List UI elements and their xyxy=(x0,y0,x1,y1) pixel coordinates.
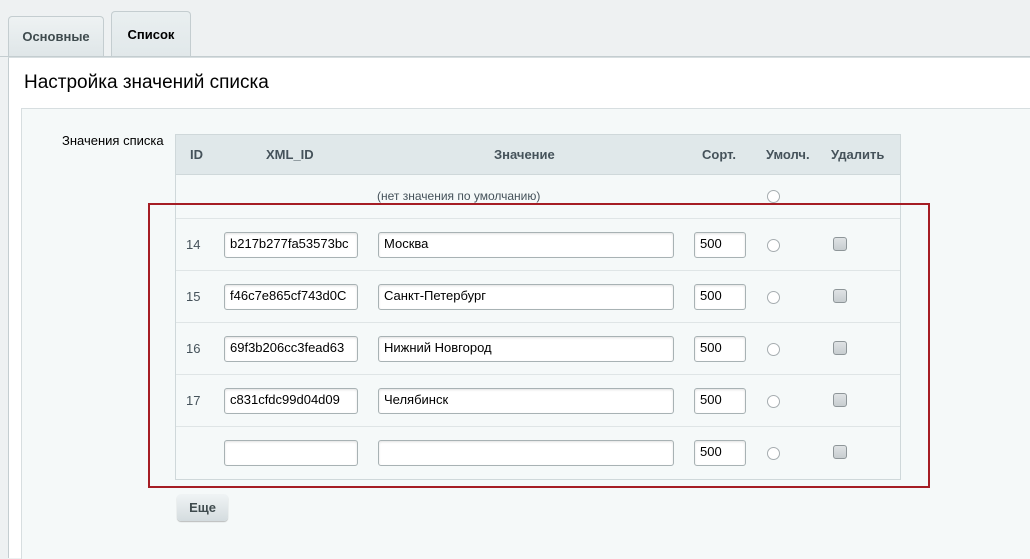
sort-input[interactable]: 500 xyxy=(694,284,746,310)
delete-checkbox[interactable] xyxy=(833,445,847,459)
no-default-label: (нет значения по умолчанию) xyxy=(377,189,541,203)
table-row: 17 c831cfdc99d04d09 Челябинск 500 xyxy=(176,374,900,427)
row-id: 16 xyxy=(186,341,201,356)
delete-checkbox[interactable] xyxy=(833,393,847,407)
table-row-new: 500 xyxy=(176,426,900,479)
no-default-row: (нет значения по умолчанию) xyxy=(176,175,900,218)
value-input[interactable]: Москва xyxy=(378,232,674,258)
xml-id-input[interactable]: b217b277fa53573bc xyxy=(224,232,358,258)
row-id: 15 xyxy=(186,289,201,304)
xml-id-input[interactable] xyxy=(224,440,358,466)
more-button[interactable]: Еще xyxy=(177,494,228,521)
page-title: Настройка значений списка xyxy=(24,72,269,93)
xml-id-input[interactable]: f46c7e865cf743d0C xyxy=(224,284,358,310)
list-values-table: ID XML_ID Значение Сорт. Умолч. Удалить … xyxy=(175,134,901,480)
value-input[interactable]: Санкт-Петербург xyxy=(378,284,674,310)
default-radio-none[interactable] xyxy=(767,190,780,203)
default-radio[interactable] xyxy=(767,395,780,408)
row-id: 17 xyxy=(186,393,201,408)
table-row: 14 b217b277fa53573bc Москва 500 xyxy=(176,218,900,271)
delete-checkbox[interactable] xyxy=(833,237,847,251)
table-row: 16 69f3b206cc3fead63 Нижний Новгород 500 xyxy=(176,322,900,375)
xml-id-input[interactable]: 69f3b206cc3fead63 xyxy=(224,336,358,362)
value-input[interactable]: Челябинск xyxy=(378,388,674,414)
default-radio[interactable] xyxy=(767,447,780,460)
delete-checkbox[interactable] xyxy=(833,341,847,355)
value-input[interactable] xyxy=(378,440,674,466)
default-radio[interactable] xyxy=(767,343,780,356)
header-delete: Удалить xyxy=(831,147,885,162)
xml-id-input[interactable]: c831cfdc99d04d09 xyxy=(224,388,358,414)
sort-input[interactable]: 500 xyxy=(694,232,746,258)
sort-input[interactable]: 500 xyxy=(694,336,746,362)
tab-main[interactable]: Основные xyxy=(8,16,104,56)
list-values-label: Значения списка xyxy=(62,133,164,148)
sort-input[interactable]: 500 xyxy=(694,388,746,414)
delete-checkbox[interactable] xyxy=(833,289,847,303)
header-id: ID xyxy=(190,147,203,162)
tab-list[interactable]: Список xyxy=(111,11,191,57)
sort-input[interactable]: 500 xyxy=(694,440,746,466)
default-radio[interactable] xyxy=(767,239,780,252)
header-sort: Сорт. xyxy=(702,147,736,162)
header-default: Умолч. xyxy=(766,147,810,162)
table-header: ID XML_ID Значение Сорт. Умолч. Удалить xyxy=(176,135,900,175)
value-input[interactable]: Нижний Новгород xyxy=(378,336,674,362)
header-value: Значение xyxy=(494,147,555,162)
header-xml-id: XML_ID xyxy=(266,147,314,162)
default-radio[interactable] xyxy=(767,291,780,304)
table-row: 15 f46c7e865cf743d0C Санкт-Петербург 500 xyxy=(176,270,900,323)
tab-bar: Основные Список xyxy=(0,0,1030,57)
row-id: 14 xyxy=(186,237,201,252)
